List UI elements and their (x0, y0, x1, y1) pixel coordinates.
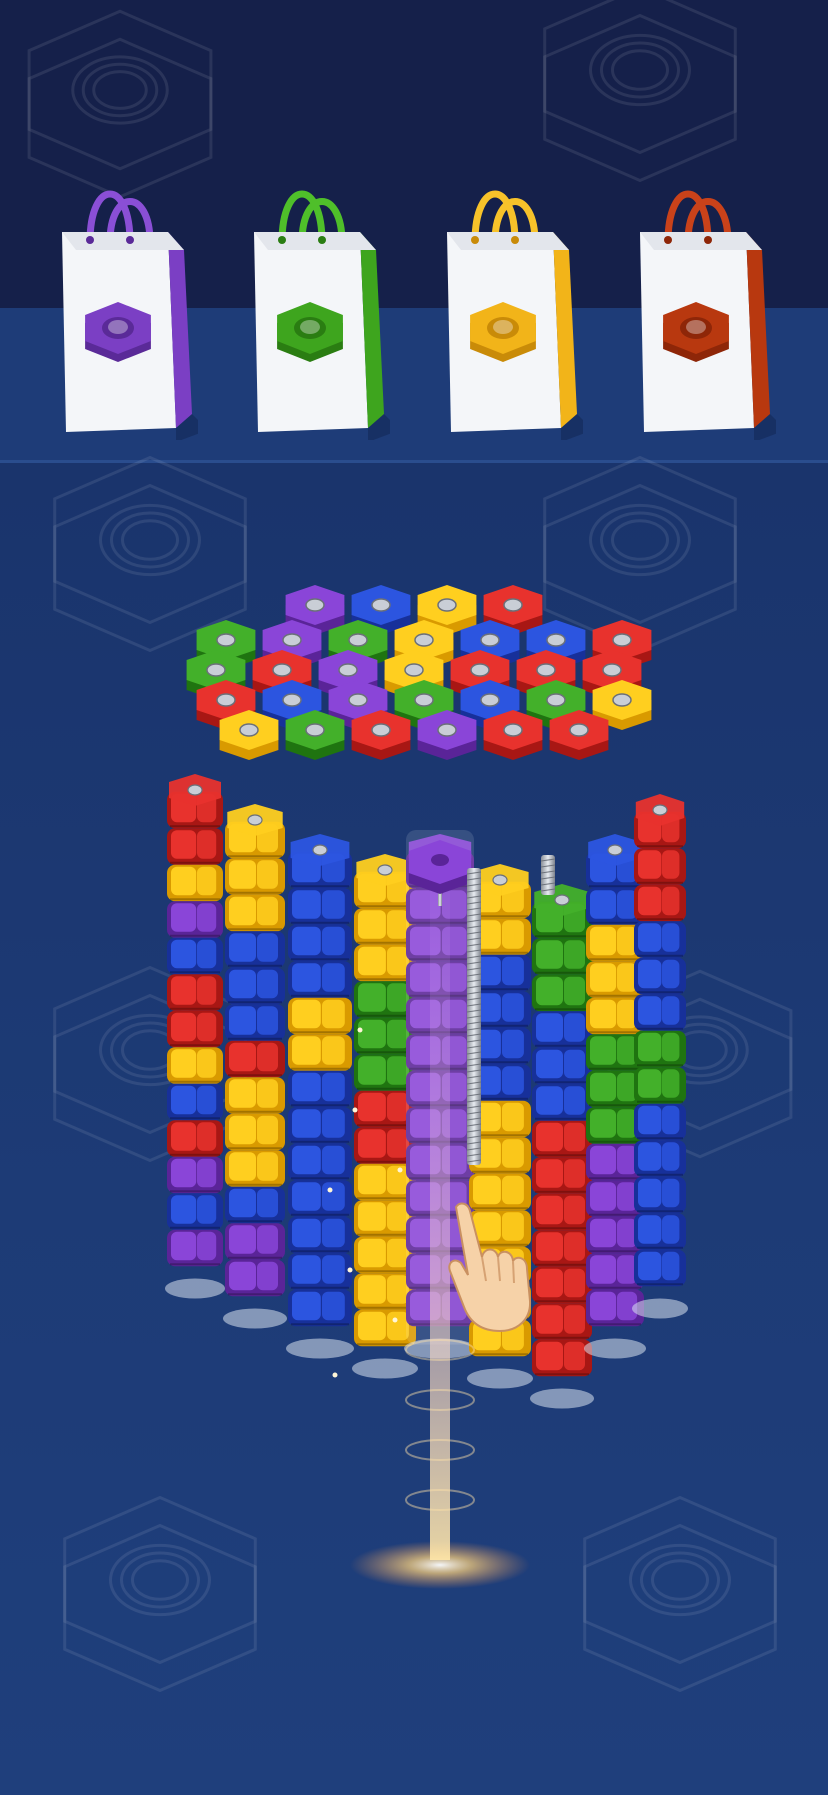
tower-top-nut-yellow[interactable] (219, 710, 279, 760)
nut-purple[interactable] (167, 901, 223, 938)
nut-purple[interactable] (225, 1223, 285, 1260)
tower-top-nut-red[interactable] (549, 710, 609, 760)
nut-blue[interactable] (634, 1213, 686, 1250)
nut-yellow[interactable] (225, 1113, 285, 1151)
nut-blue[interactable] (634, 994, 686, 1031)
nut-blue[interactable] (288, 924, 352, 962)
nut-red[interactable] (225, 1040, 285, 1078)
nut-purple[interactable] (225, 1259, 285, 1297)
nut-yellow[interactable] (288, 997, 352, 1035)
tower-top-nut-green[interactable] (285, 710, 345, 760)
nut-blue[interactable] (288, 1253, 352, 1290)
nut-blue[interactable] (634, 957, 686, 995)
nut-red[interactable] (634, 884, 686, 922)
nut-blue[interactable] (634, 921, 686, 958)
nut-yellow[interactable] (167, 1047, 223, 1084)
nut-yellow[interactable] (288, 1034, 352, 1071)
nut-blue[interactable] (634, 1249, 686, 1287)
nut-yellow[interactable] (225, 858, 285, 895)
nut-red[interactable] (532, 1120, 592, 1158)
nut-green[interactable] (634, 1030, 686, 1068)
sparkle (392, 1317, 398, 1323)
sparkle (327, 1187, 333, 1193)
nut-red[interactable] (634, 848, 686, 885)
sparkle (397, 1167, 403, 1173)
nut-column-2[interactable] (223, 804, 287, 1329)
empty-bolt-1[interactable] (466, 868, 482, 1165)
nut-tower[interactable] (0, 0, 828, 1795)
nut-blue[interactable] (532, 1084, 592, 1121)
nut-purple[interactable] (167, 1229, 223, 1267)
sparkle (352, 1107, 358, 1113)
nut-blue[interactable] (634, 1140, 686, 1177)
sparkle (332, 1372, 338, 1378)
nut-red[interactable] (167, 1010, 223, 1048)
nut-blue[interactable] (167, 937, 223, 975)
nut-blue[interactable] (288, 1180, 352, 1217)
nut-red[interactable] (532, 1157, 592, 1194)
nut-red[interactable] (167, 974, 223, 1011)
nut-blue[interactable] (288, 961, 352, 998)
tower-top-nut-red[interactable] (351, 710, 411, 760)
nut-red[interactable] (167, 828, 223, 865)
nut-yellow[interactable] (225, 1077, 285, 1114)
nut-blue[interactable] (288, 1216, 352, 1254)
sparkle (357, 1027, 363, 1033)
nut-yellow[interactable] (225, 894, 285, 932)
nut-blue[interactable] (634, 1103, 686, 1141)
nut-green[interactable] (634, 1067, 686, 1104)
nut-green[interactable] (532, 974, 592, 1012)
sparkle (347, 1267, 353, 1273)
nut-blue[interactable] (225, 1186, 285, 1224)
tower-top-nut-red[interactable] (483, 710, 543, 760)
nut-purple[interactable] (167, 1156, 223, 1194)
nut-green[interactable] (532, 938, 592, 975)
pointing-hand-icon (448, 1202, 532, 1333)
empty-bolt-2[interactable] (540, 855, 556, 895)
nut-yellow[interactable] (225, 1150, 285, 1187)
tower-top-nut-purple[interactable] (417, 710, 477, 760)
nut-column-3[interactable] (286, 834, 354, 1359)
nut-blue[interactable] (532, 1011, 592, 1048)
nut-blue[interactable] (288, 1107, 352, 1144)
nut-blue[interactable] (634, 1176, 686, 1214)
nut-column-1[interactable] (165, 774, 225, 1299)
game-screen (0, 0, 828, 1795)
nut-blue[interactable] (288, 1143, 352, 1181)
nut-blue[interactable] (167, 1193, 223, 1230)
nut-blue[interactable] (288, 1289, 352, 1327)
nut-red[interactable] (532, 1339, 592, 1377)
nut-red[interactable] (167, 1120, 223, 1157)
nut-column-9[interactable] (632, 794, 688, 1319)
nut-blue[interactable] (225, 1004, 285, 1041)
nut-yellow[interactable] (167, 864, 223, 902)
nut-blue[interactable] (288, 888, 352, 925)
nut-blue[interactable] (225, 931, 285, 968)
nut-blue[interactable] (288, 1070, 352, 1108)
nut-blue[interactable] (532, 1047, 592, 1085)
nut-blue[interactable] (225, 967, 285, 1005)
nut-blue[interactable] (167, 1083, 223, 1121)
